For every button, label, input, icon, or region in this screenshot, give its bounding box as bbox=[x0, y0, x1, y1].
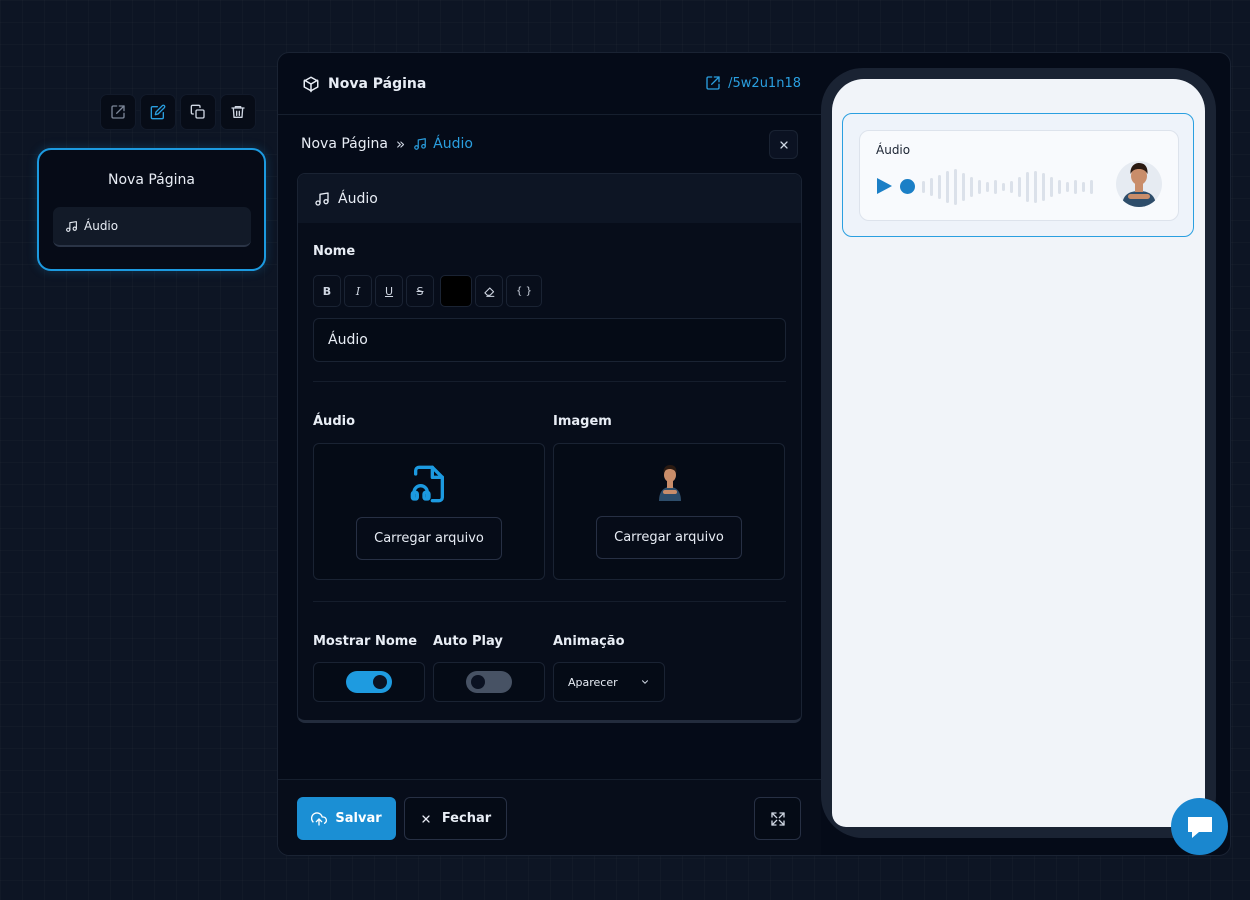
waveform bbox=[922, 169, 1093, 205]
music-note-icon bbox=[414, 138, 427, 150]
italic-button[interactable]: I bbox=[344, 275, 372, 307]
cloud-upload-icon bbox=[311, 811, 328, 826]
chat-icon bbox=[1187, 816, 1212, 838]
avatar bbox=[1116, 161, 1162, 207]
autoplay-toggle-box bbox=[433, 662, 545, 702]
duplicate-node-button[interactable] bbox=[180, 94, 216, 130]
fullscreen-button[interactable] bbox=[754, 797, 801, 840]
format-toolbar: B I U S { } bbox=[313, 275, 542, 307]
music-note-icon bbox=[66, 220, 77, 232]
breadcrumb-separator-icon: » bbox=[395, 135, 406, 153]
animation-select[interactable]: Aparecer bbox=[553, 662, 665, 702]
close-panel-button[interactable] bbox=[769, 130, 798, 159]
page-slug-link[interactable]: /5w2u1n18 bbox=[705, 75, 801, 91]
external-link-icon bbox=[111, 105, 125, 119]
image-upload-area[interactable]: Carregar arquivo bbox=[553, 443, 785, 580]
card-header: Áudio bbox=[298, 174, 801, 223]
trash-icon bbox=[231, 106, 245, 118]
animation-label: Animação bbox=[553, 634, 625, 649]
page-slug-text: /5w2u1n18 bbox=[728, 75, 801, 91]
close-icon bbox=[779, 140, 788, 149]
panel-footer: Salvar Fechar bbox=[278, 779, 821, 855]
phone-screen: Áudio bbox=[832, 79, 1205, 827]
audio-settings-card: Áudio Nome B I U S { } Áudio Áudio Image… bbox=[297, 173, 802, 723]
audio-upload-area[interactable]: Carregar arquivo bbox=[313, 443, 545, 580]
progress-dot[interactable] bbox=[900, 179, 915, 194]
edit-node-button[interactable] bbox=[140, 94, 176, 130]
eraser-icon bbox=[483, 286, 494, 297]
upload-audio-button[interactable]: Carregar arquivo bbox=[356, 517, 502, 560]
node-toolbar bbox=[100, 94, 256, 130]
upload-image-button[interactable]: Carregar arquivo bbox=[596, 516, 742, 559]
breadcrumb: Nova Página » Áudio bbox=[301, 135, 473, 153]
save-button[interactable]: Salvar bbox=[297, 797, 396, 840]
panel-header: Nova Página /5w2u1n18 bbox=[278, 53, 821, 115]
avatar-thumbnail bbox=[659, 465, 681, 501]
external-link-icon bbox=[706, 76, 720, 90]
breadcrumb-current-label: Áudio bbox=[433, 136, 473, 152]
audio-player-card: Áudio bbox=[859, 130, 1179, 221]
toggle-knob bbox=[471, 675, 485, 689]
name-input[interactable]: Áudio bbox=[313, 318, 786, 362]
show-name-toggle-box bbox=[313, 662, 425, 702]
chevron-down-icon bbox=[641, 680, 649, 684]
audio-file-icon bbox=[410, 465, 444, 503]
copy-icon bbox=[190, 104, 205, 119]
node-title: Nova Página bbox=[108, 172, 195, 188]
breadcrumb-root[interactable]: Nova Página bbox=[301, 136, 388, 152]
save-button-label: Salvar bbox=[335, 811, 382, 826]
animation-select-value: Aparecer bbox=[568, 675, 618, 689]
underline-button[interactable]: U bbox=[375, 275, 403, 307]
image-label: Imagem bbox=[553, 414, 612, 429]
phone-preview: Áudio bbox=[821, 68, 1216, 838]
expand-icon bbox=[770, 811, 785, 826]
autoplay-toggle[interactable] bbox=[466, 671, 512, 693]
card-title: Áudio bbox=[338, 190, 378, 207]
variable-button[interactable]: { } bbox=[506, 275, 542, 307]
preview-audio-name: Áudio bbox=[876, 143, 911, 157]
breadcrumb-current: Áudio bbox=[413, 136, 473, 152]
name-label: Nome bbox=[313, 244, 356, 259]
panel-title: Nova Página bbox=[302, 75, 426, 93]
preview-audio-block[interactable]: Áudio bbox=[842, 113, 1194, 237]
clear-format-button[interactable] bbox=[475, 275, 503, 307]
text-color-button[interactable] bbox=[440, 275, 472, 307]
divider bbox=[313, 601, 786, 602]
chat-support-button[interactable] bbox=[1171, 798, 1228, 855]
close-icon bbox=[422, 814, 430, 823]
node-item-label: Áudio bbox=[84, 219, 119, 233]
show-name-toggle[interactable] bbox=[346, 671, 392, 693]
strikethrough-button[interactable]: S bbox=[406, 275, 434, 307]
divider bbox=[313, 381, 786, 382]
play-icon[interactable] bbox=[876, 177, 893, 195]
delete-node-button[interactable] bbox=[220, 94, 256, 130]
music-note-icon bbox=[315, 191, 329, 206]
node-item-audio[interactable]: Áudio bbox=[53, 207, 251, 247]
open-node-button[interactable] bbox=[100, 94, 136, 130]
edit-icon bbox=[150, 104, 166, 120]
avatar-image bbox=[1122, 163, 1156, 207]
toggle-knob bbox=[373, 675, 387, 689]
autoplay-label: Auto Play bbox=[433, 634, 503, 649]
panel-title-text: Nova Página bbox=[328, 75, 427, 92]
bold-button[interactable]: B bbox=[313, 275, 341, 307]
show-name-label: Mostrar Nome bbox=[313, 634, 418, 649]
close-button[interactable]: Fechar bbox=[404, 797, 507, 840]
cube-icon bbox=[303, 76, 319, 92]
audio-label: Áudio bbox=[313, 414, 356, 429]
page-node-card[interactable]: Nova Página Áudio bbox=[37, 148, 266, 271]
close-button-label: Fechar bbox=[441, 811, 492, 826]
